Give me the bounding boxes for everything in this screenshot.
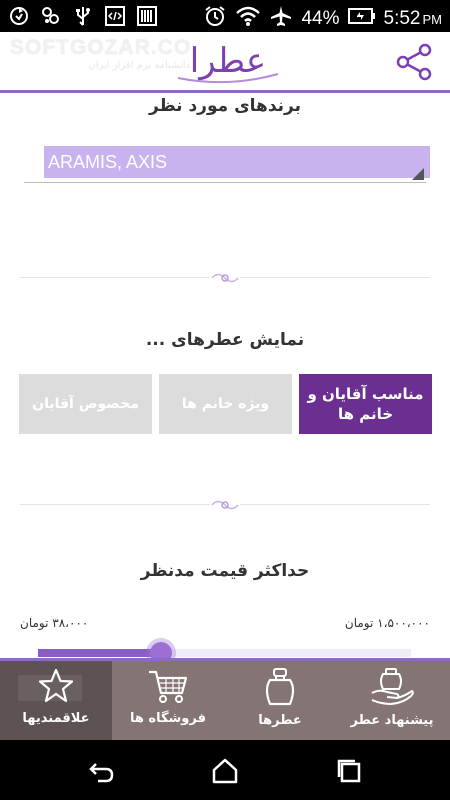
section-divider (20, 497, 430, 511)
dropdown-corner-icon (412, 168, 424, 180)
wifi-icon (235, 5, 261, 33)
option-women-label: ویژه خانم ها (181, 396, 270, 412)
option-men-label: مخصوص آقایان (32, 396, 139, 412)
usb-icon (72, 5, 94, 27)
brands-underline (24, 182, 426, 183)
code-icon (104, 5, 126, 27)
brands-selected-value[interactable]: ARAMIS, AXIS (44, 146, 430, 178)
share-hub-icon (40, 5, 62, 27)
show-perfumes-title: نمایش عطرهای ... (145, 330, 305, 350)
nav-suggest-label: پیشنهاد عطر (350, 713, 434, 728)
option-men-and-women[interactable]: مناسب آقایان و خانم ها (299, 374, 432, 434)
share-icon (396, 43, 432, 81)
watermark-title: SOFTGOZAR.COM (10, 36, 190, 59)
logo-text: عطرا (190, 41, 266, 81)
watermark-subtitle: دانشنامه نرم افزار ایران (88, 60, 190, 71)
nav-favorites[interactable]: علاقمندیها (0, 661, 112, 741)
price-max-label: ۱،۵۰۰،۰۰۰ تومان (344, 616, 430, 630)
nav-shops[interactable]: فروشگاه ها (112, 661, 224, 741)
clock: 5:52 PM (383, 8, 442, 29)
brands-select[interactable]: ARAMIS, AXIS (24, 146, 430, 184)
back-button[interactable] (86, 756, 116, 786)
bottom-nav: علاقمندیها فروشگاه ها عطرها پیشنهاد عطر (0, 658, 450, 741)
back-icon (89, 763, 114, 783)
system-nav-bar (0, 740, 450, 800)
option-men[interactable]: مخصوص آقایان (19, 374, 152, 434)
alarm-icon (203, 4, 227, 34)
brands-title: برندهای مورد نظر (149, 96, 301, 116)
airplane-icon (269, 4, 293, 34)
cart-icon (149, 670, 188, 703)
barcode-icon (136, 5, 158, 27)
max-price-title: حداکثر قیمت مدنظر (140, 561, 310, 581)
section-divider (20, 270, 430, 284)
share-button[interactable] (395, 42, 435, 82)
header-divider (0, 90, 450, 93)
nav-shops-label: فروشگاه ها (129, 711, 206, 726)
option-women[interactable]: ویژه خانم ها (159, 374, 292, 434)
ornament-icon (210, 497, 240, 511)
nav-suggest-perfume[interactable]: پیشنهاد عطر (336, 661, 448, 741)
battery-icon (347, 7, 376, 31)
ornament-icon (210, 270, 240, 284)
status-bar: 44% 5:52 PM (0, 0, 450, 32)
perfume-bottle-icon (265, 668, 295, 706)
hand-offer-icon (371, 668, 414, 705)
slider-fill (38, 649, 162, 657)
nav-perfumes[interactable]: عطرها (224, 661, 336, 741)
nav-perfumes-label: عطرها (258, 713, 302, 728)
nav-favorites-label: علاقمندیها (22, 711, 90, 726)
price-min-label: ۳۸،۰۰۰ تومان (20, 616, 89, 630)
star-icon (38, 668, 74, 703)
app-logo: عطرا (168, 34, 288, 86)
home-icon (212, 758, 238, 784)
recents-button[interactable] (334, 756, 364, 786)
sync-icon (8, 5, 30, 27)
watermark: SOFTGOZAR.COM دانشنامه نرم افزار ایران (10, 36, 190, 80)
recents-icon (337, 759, 361, 783)
home-button[interactable] (210, 756, 240, 786)
battery-percent: 44% (301, 8, 340, 29)
option-men-and-women-label: مناسب آقایان و خانم ها (307, 385, 424, 423)
